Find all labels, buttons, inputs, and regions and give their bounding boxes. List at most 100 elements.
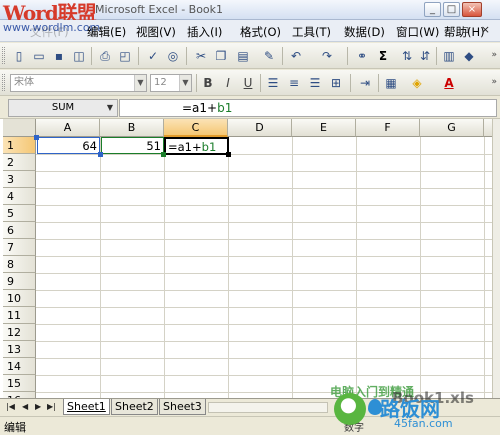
toolbar-grip[interactable] (2, 47, 5, 64)
increase-indent-icon[interactable]: ⇥ (356, 74, 374, 92)
menu-edit[interactable]: 编辑(E) (87, 24, 126, 40)
menu-file[interactable]: 文件(F) (30, 24, 69, 40)
menu-format[interactable]: 格式(O) (240, 24, 281, 40)
row-header[interactable]: 12 (3, 324, 36, 341)
title-bar: Microsoft Excel - Book1 _ □ × Word联盟 (0, 0, 500, 25)
toolbar-grip[interactable] (2, 74, 5, 91)
chart-wizard-icon[interactable]: ▥ (440, 47, 458, 65)
cell-a1[interactable]: 64 (37, 137, 100, 154)
menu-insert[interactable]: 插入(I) (187, 24, 222, 40)
first-sheet-icon[interactable]: |◀ (6, 402, 15, 411)
align-center-icon[interactable]: ≡ (285, 74, 303, 92)
last-sheet-icon[interactable]: ▶| (47, 402, 56, 411)
range-handle[interactable] (34, 135, 39, 140)
horizontal-scrollbar[interactable] (208, 402, 328, 413)
row-header[interactable]: 2 (3, 154, 36, 171)
undo-icon[interactable]: ↶ (287, 47, 305, 65)
next-sheet-icon[interactable]: ▶ (35, 402, 41, 411)
autosum-icon[interactable]: Σ (374, 47, 392, 65)
cell-c1-active[interactable]: =a1+b1 (164, 137, 229, 155)
workbook-window-controls[interactable]: _ ▫ × (445, 23, 494, 36)
column-header-g[interactable]: G (420, 119, 484, 137)
formula-bar: SUM ▼ =a1+b1 (0, 97, 500, 119)
italic-button[interactable]: I (219, 74, 237, 92)
cut-icon[interactable]: ✂ (192, 47, 210, 65)
row-header[interactable]: 15 (3, 375, 36, 392)
minimize-button[interactable]: _ (424, 2, 441, 17)
cell-b1[interactable]: 51 (101, 137, 164, 154)
worksheet-grid: A B C D E F G 1 2 3 4 5 6 7 8 9 10 11 12… (0, 119, 500, 398)
tab-sheet3[interactable]: Sheet3 (159, 399, 206, 415)
toolbar-options-icon[interactable]: » (491, 50, 497, 60)
range-handle[interactable] (98, 152, 103, 157)
row-header[interactable]: 8 (3, 256, 36, 273)
font-color-icon[interactable]: A (440, 74, 458, 92)
watermark-45fan: 电脑入门到精通 Book1.xls 路饭网 45fan.com (330, 383, 500, 435)
column-header-d[interactable]: D (228, 119, 292, 137)
fill-color-icon[interactable]: ◈ (408, 74, 426, 92)
vertical-scrollbar[interactable] (492, 119, 500, 398)
column-header-f[interactable]: F (356, 119, 420, 137)
row-header[interactable]: 7 (3, 239, 36, 256)
menu-tools[interactable]: 工具(T) (292, 24, 331, 40)
copy-icon[interactable]: ❐ (212, 47, 230, 65)
watermark-logo-icon (334, 393, 366, 425)
borders-icon[interactable]: ▦ (382, 74, 400, 92)
tab-sheet2[interactable]: Sheet2 (111, 399, 158, 415)
bold-button[interactable]: B (199, 74, 217, 92)
align-left-icon[interactable]: ☰ (264, 74, 282, 92)
column-header-b[interactable]: B (100, 119, 164, 137)
column-header-c[interactable]: C (164, 119, 228, 137)
column-header-a[interactable]: A (36, 119, 100, 137)
row-header[interactable]: 10 (3, 290, 36, 307)
row-header[interactable]: 11 (3, 307, 36, 324)
tab-sheet1[interactable]: Sheet1 (63, 399, 110, 415)
maximize-button[interactable]: □ (443, 2, 460, 17)
close-button[interactable]: × (462, 2, 482, 17)
format-painter-icon[interactable]: ✎ (260, 47, 278, 65)
new-icon[interactable]: ▯ (10, 47, 28, 65)
hyperlink-icon[interactable]: ⚭ (353, 47, 371, 65)
font-size-select[interactable]: 12 ▼ (150, 74, 192, 92)
menu-window[interactable]: 窗口(W) (396, 24, 439, 40)
row-header[interactable]: 9 (3, 273, 36, 290)
font-size-value: 12 (154, 77, 167, 88)
row-header[interactable]: 13 (3, 341, 36, 358)
name-box[interactable]: SUM ▼ (8, 99, 118, 117)
font-name-select[interactable]: 宋体 ▼ (10, 74, 147, 92)
select-all-corner[interactable] (3, 119, 36, 137)
spelling-icon[interactable]: ✓ (144, 47, 162, 65)
menu-view[interactable]: 视图(V) (136, 24, 176, 40)
paste-icon[interactable]: ▤ (234, 47, 252, 65)
underline-button[interactable]: U (239, 74, 257, 92)
print-icon[interactable]: ⎙ (96, 47, 114, 65)
drawing-icon[interactable]: ◆ (460, 47, 478, 65)
merge-center-icon[interactable]: ⊞ (327, 74, 345, 92)
standard-toolbar: ▯ ▭ ▪ ◫ ⎙ ◰ ✓ ◎ ✂ ❐ ▤ ✎ ↶ ↷ ⚭ Σ ⇅ ⇵ ▥ ◆ … (0, 43, 500, 69)
fill-handle[interactable] (226, 152, 231, 157)
row-header[interactable]: 6 (3, 222, 36, 239)
menu-data[interactable]: 数据(D) (344, 24, 385, 40)
row-header[interactable]: 4 (3, 188, 36, 205)
formula-text: =a1+b1 (182, 101, 233, 115)
save-icon[interactable]: ▪ (50, 47, 68, 65)
row-header[interactable]: 5 (3, 205, 36, 222)
prev-sheet-icon[interactable]: ◀ (22, 402, 28, 411)
redo-icon[interactable]: ↷ (318, 47, 336, 65)
column-header-e[interactable]: E (292, 119, 356, 137)
toolbar-options-icon[interactable]: » (491, 77, 497, 87)
formula-input[interactable]: =a1+b1 (119, 99, 497, 117)
chevron-down-icon: ▼ (106, 103, 114, 112)
open-icon[interactable]: ▭ (30, 47, 48, 65)
print-preview-icon[interactable]: ◰ (116, 47, 134, 65)
row-header[interactable]: 3 (3, 171, 36, 188)
permission-icon[interactable]: ◫ (70, 47, 88, 65)
row-header[interactable]: 14 (3, 358, 36, 375)
sort-descending-icon[interactable]: ⇵ (416, 47, 434, 65)
align-right-icon[interactable]: ☰ (306, 74, 324, 92)
sort-ascending-icon[interactable]: ⇅ (398, 47, 416, 65)
chevron-down-icon: ▼ (134, 75, 146, 91)
row-header[interactable]: 1 (3, 137, 36, 154)
range-handle[interactable] (161, 152, 166, 157)
research-icon[interactable]: ◎ (164, 47, 182, 65)
